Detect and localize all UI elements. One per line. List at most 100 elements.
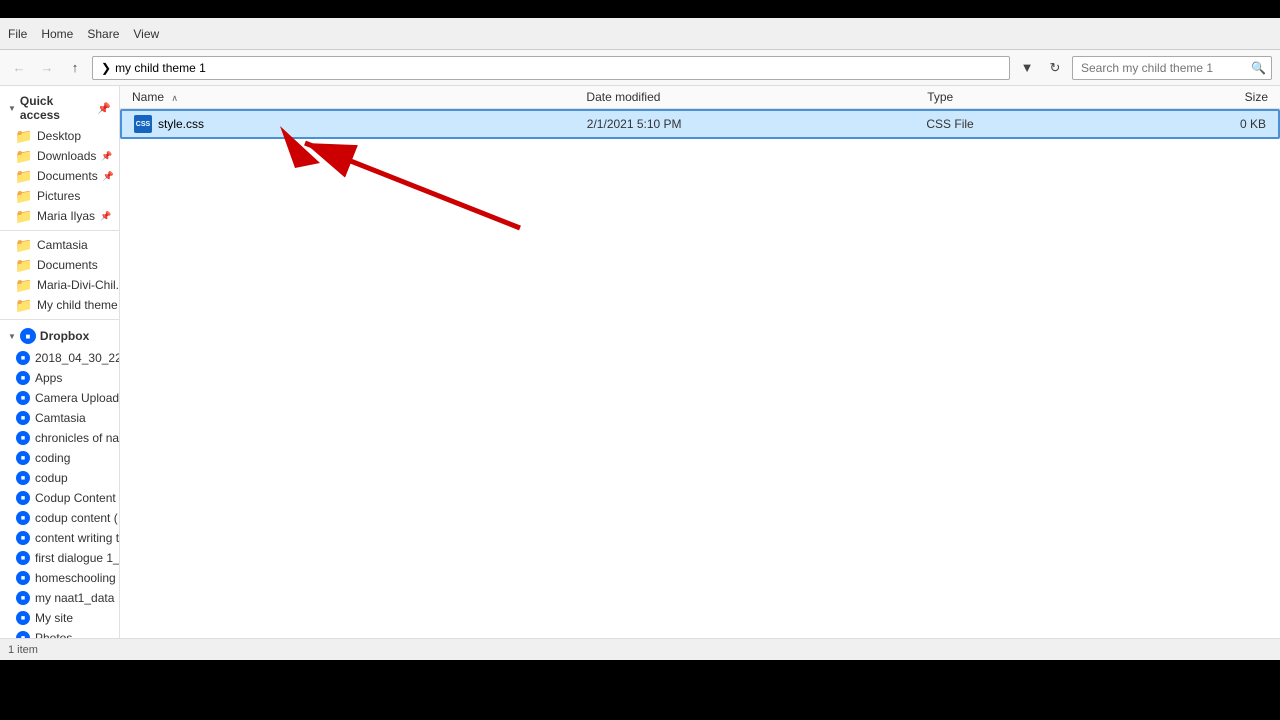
dropbox-item-icon: ■	[16, 571, 30, 585]
search-input[interactable]	[1072, 56, 1272, 80]
file-size-cell: 0 KB	[1153, 117, 1266, 131]
sidebar-item-my-child-theme[interactable]: 📁 My child theme	[0, 295, 119, 315]
sidebar-item-maria-ilyas[interactable]: 📁 Maria Ilyas 📌	[0, 206, 119, 226]
sidebar-item-dropbox-10[interactable]: ■ first dialogue 1_c	[0, 548, 119, 568]
sidebar-item-dropbox-6[interactable]: ■ codup	[0, 468, 119, 488]
sidebar-item-dropbox-14[interactable]: ■ Photos	[0, 628, 119, 638]
sidebar-item-label: Camtasia	[35, 411, 86, 425]
sidebar-item-dropbox-2[interactable]: ■ Camera Uploads	[0, 388, 119, 408]
col-header-size[interactable]: Size	[1154, 90, 1268, 104]
sidebar-item-label: Codup Content	[35, 491, 116, 505]
css-file-icon: CSS	[134, 115, 152, 133]
sidebar-item-label: content writing t	[35, 531, 119, 545]
sidebar-item-dropbox-7[interactable]: ■ Codup Content	[0, 488, 119, 508]
dropdown-button[interactable]: ▼	[1016, 57, 1038, 79]
sidebar-item-documents2[interactable]: 📁 Documents	[0, 255, 119, 275]
forward-button[interactable]: →	[36, 57, 58, 79]
file-date-cell: 2/1/2021 5:10 PM	[587, 117, 927, 131]
folder-icon: 📁	[16, 169, 32, 183]
main-area: ▼ Quick access 📌 📁 Desktop 📁 Downloads 📌…	[0, 86, 1280, 638]
sidebar-item-label: Photos	[35, 631, 72, 638]
sidebar-item-label: Camtasia	[37, 238, 88, 252]
sidebar-item-label: codup content (	[35, 511, 118, 525]
menu-view[interactable]: View	[133, 27, 159, 41]
sidebar-dropbox-header[interactable]: ▼ ■ Dropbox	[0, 324, 119, 348]
dropbox-icon: ■	[20, 328, 36, 344]
sidebar-item-dropbox-0[interactable]: ■ 2018_04_30_22_5	[0, 348, 119, 368]
sidebar-item-label: My child theme	[37, 298, 118, 312]
search-wrap: 🔍	[1072, 56, 1272, 80]
sidebar-item-downloads[interactable]: 📁 Downloads 📌	[0, 146, 119, 166]
sidebar-item-dropbox-homeschooling[interactable]: ■ homeschooling	[0, 568, 119, 588]
sort-arrow: ∧	[171, 93, 178, 103]
sidebar-item-label: Camera Uploads	[35, 391, 119, 405]
sidebar-item-dropbox-1[interactable]: ■ Apps	[0, 368, 119, 388]
quick-access-label: Quick access	[20, 94, 93, 122]
refresh-button[interactable]: ↻	[1044, 57, 1066, 79]
back-button[interactable]: ←	[8, 57, 30, 79]
sidebar-item-label: homeschooling	[35, 571, 116, 585]
sidebar-item-pictures[interactable]: 📁 Pictures	[0, 186, 119, 206]
menu-bar[interactable]: File Home Share View	[8, 27, 159, 41]
sidebar: ▼ Quick access 📌 📁 Desktop 📁 Downloads 📌…	[0, 86, 120, 638]
dropbox-item-icon: ■	[16, 511, 30, 525]
file-list-header[interactable]: Name ∧ Date modified Type Size	[120, 86, 1280, 109]
menu-file[interactable]: File	[8, 27, 27, 41]
menu-share[interactable]: Share	[87, 27, 119, 41]
sidebar-item-dropbox-12[interactable]: ■ my naat1_data	[0, 588, 119, 608]
breadcrumb-chevron: ❯	[101, 61, 111, 75]
folder-icon: 📁	[16, 238, 32, 252]
sidebar-divider	[0, 230, 119, 231]
sidebar-item-dropbox-3[interactable]: ■ Camtasia	[0, 408, 119, 428]
breadcrumb[interactable]: ❯ my child theme 1	[92, 56, 1010, 80]
folder-icon: 📁	[16, 209, 32, 223]
file-type-cell: CSS File	[926, 117, 1152, 131]
sidebar-item-label: first dialogue 1_c	[35, 551, 119, 565]
pin-icon: 📌	[103, 171, 114, 182]
sidebar-item-label: Maria-Divi-Chil...	[37, 278, 119, 292]
sidebar-item-dropbox-8[interactable]: ■ codup content (	[0, 508, 119, 528]
folder-icon: 📁	[16, 189, 32, 203]
dropbox-item-icon: ■	[16, 471, 30, 485]
sidebar-item-dropbox-13[interactable]: ■ My site	[0, 608, 119, 628]
search-icon: 🔍	[1251, 61, 1266, 75]
dropbox-label: Dropbox	[40, 329, 89, 343]
pin-icon: 📌	[100, 211, 111, 222]
sidebar-item-maria-divi[interactable]: 📁 Maria-Divi-Chil...	[0, 275, 119, 295]
dropbox-item-icon: ■	[16, 391, 30, 405]
sidebar-item-label: coding	[35, 451, 70, 465]
folder-icon: 📁	[16, 258, 32, 272]
menu-home[interactable]: Home	[41, 27, 73, 41]
sidebar-item-label: Apps	[35, 371, 62, 385]
sidebar-item-documents[interactable]: 📁 Documents 📌	[0, 166, 119, 186]
sidebar-item-dropbox-4[interactable]: ■ chronicles of na...	[0, 428, 119, 448]
sidebar-item-label: Pictures	[37, 189, 80, 203]
sidebar-item-label: chronicles of na...	[35, 431, 119, 445]
col-header-type[interactable]: Type	[927, 90, 1154, 104]
sidebar-item-label: 2018_04_30_22_5	[35, 351, 119, 365]
file-row-style-css[interactable]: CSS style.css 2/1/2021 5:10 PM CSS File …	[120, 109, 1280, 139]
dropbox-item-icon: ■	[16, 351, 30, 365]
sidebar-item-camtasia[interactable]: 📁 Camtasia	[0, 235, 119, 255]
title-bar: File Home Share View	[0, 18, 1280, 50]
sidebar-divider2	[0, 319, 119, 320]
folder-icon: 📁	[16, 298, 32, 312]
sidebar-item-label: codup	[35, 471, 68, 485]
col-header-date[interactable]: Date modified	[586, 90, 927, 104]
pin-icon: 📌	[97, 102, 111, 115]
folder-icon: 📁	[16, 129, 32, 143]
sidebar-item-desktop[interactable]: 📁 Desktop	[0, 126, 119, 146]
sidebar-quick-access-header[interactable]: ▼ Quick access 📌	[0, 90, 119, 126]
dropbox-item-icon: ■	[16, 491, 30, 505]
expand-icon: ▼	[8, 332, 16, 341]
sidebar-item-dropbox-9[interactable]: ■ content writing t	[0, 528, 119, 548]
up-button[interactable]: ↑	[64, 57, 86, 79]
breadcrumb-root[interactable]: my child theme 1	[115, 61, 206, 75]
sidebar-item-label: Documents	[37, 169, 98, 183]
folder-icon: 📁	[16, 149, 32, 163]
sidebar-item-dropbox-5[interactable]: ■ coding	[0, 448, 119, 468]
col-header-name[interactable]: Name ∧	[132, 90, 586, 104]
file-list: Name ∧ Date modified Type Size CSS style…	[120, 86, 1280, 638]
pin-icon: 📌	[101, 151, 112, 162]
file-name-label: style.css	[158, 117, 204, 131]
